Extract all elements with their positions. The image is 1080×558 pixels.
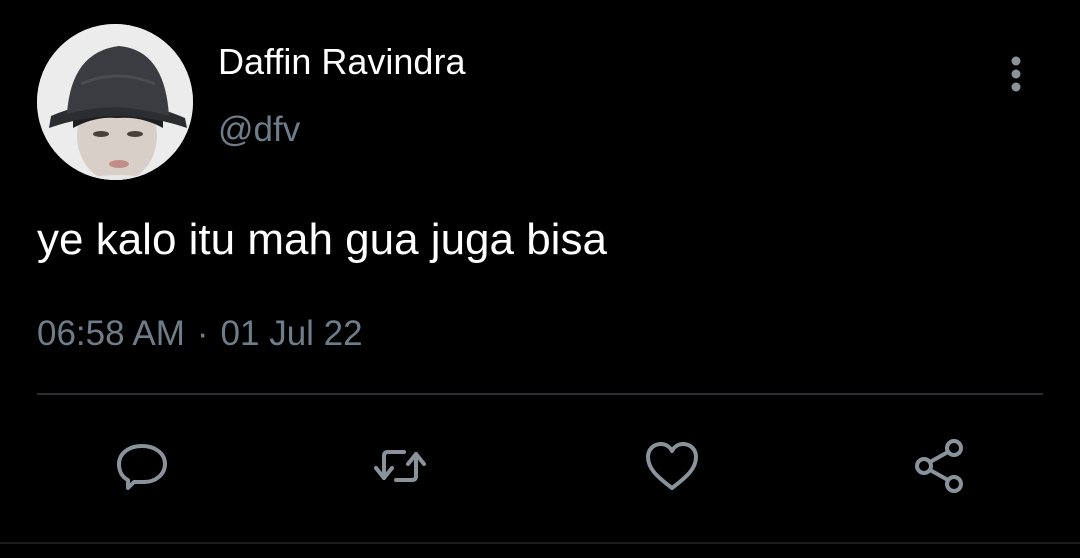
user-handle[interactable]: @dfv xyxy=(218,108,300,152)
retweet-icon xyxy=(374,450,426,482)
tweet-timestamp: 06:58 AM · 01 Jul 22 xyxy=(37,312,363,356)
heart-icon xyxy=(646,442,698,490)
avatar-image xyxy=(37,24,193,180)
display-name[interactable]: Daffin Ravindra xyxy=(218,40,465,84)
like-button[interactable] xyxy=(642,436,702,496)
reply-icon xyxy=(117,444,167,490)
share-icon xyxy=(915,439,963,493)
tweet-text: ye kalo itu mah gua juga bisa xyxy=(37,215,607,264)
divider xyxy=(37,393,1043,395)
avatar[interactable] xyxy=(37,24,193,180)
tweet-time: 06:58 AM xyxy=(37,314,185,353)
more-vertical-icon xyxy=(1011,56,1021,92)
tweet-card: Daffin Ravindra @dfv ye kalo itu mah gua… xyxy=(0,0,1080,558)
bottom-divider xyxy=(0,542,1080,544)
more-options-button[interactable] xyxy=(996,52,1036,96)
retweet-button[interactable] xyxy=(370,436,430,496)
reply-button[interactable] xyxy=(112,436,172,496)
timestamp-separator: · xyxy=(196,314,209,353)
tweet-date: 01 Jul 22 xyxy=(220,314,363,353)
share-button[interactable] xyxy=(910,436,970,496)
